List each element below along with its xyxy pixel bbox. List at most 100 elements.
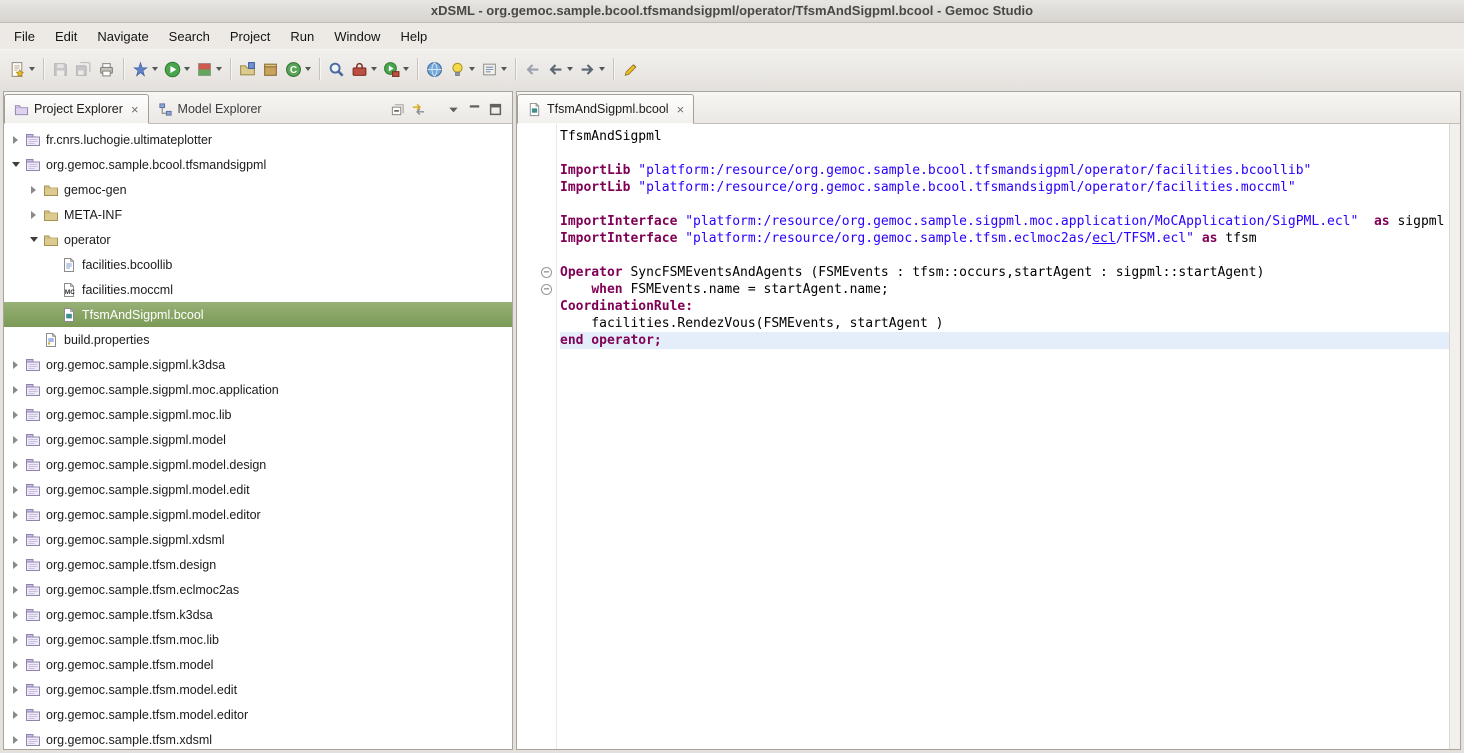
- tree-item[interactable]: org.gemoc.sample.sigpml.model.edit: [4, 477, 512, 502]
- tree-item[interactable]: facilities.bcoollib: [4, 252, 512, 277]
- expand-arrow-icon[interactable]: [8, 677, 23, 702]
- expand-arrow-icon[interactable]: [26, 202, 41, 227]
- tree-item[interactable]: org.gemoc.sample.sigpml.xdsml: [4, 527, 512, 552]
- expand-arrow-icon[interactable]: [8, 352, 23, 377]
- tree-item[interactable]: MCfacilities.moccml: [4, 277, 512, 302]
- expand-arrow-icon[interactable]: [8, 502, 23, 527]
- expand-arrow-icon[interactable]: [8, 702, 23, 727]
- expand-arrow-icon[interactable]: [26, 177, 41, 202]
- dropdown-arrow-icon[interactable]: [567, 67, 573, 71]
- menu-window[interactable]: Window: [324, 25, 390, 48]
- expand-arrow-icon[interactable]: [8, 527, 23, 552]
- code-line[interactable]: TfsmAndSigpml: [560, 128, 1449, 145]
- tree-item[interactable]: org.gemoc.sample.sigpml.moc.application: [4, 377, 512, 402]
- tab-model-explorer[interactable]: Model Explorer: [149, 95, 271, 123]
- editor-code[interactable]: TfsmAndSigpml ImportLib "platform:/resour…: [557, 124, 1449, 749]
- toolbar-gemoc-wizard-button[interactable]: [129, 56, 161, 82]
- menu-help[interactable]: Help: [390, 25, 437, 48]
- toolbar-new-class-button[interactable]: C: [282, 56, 314, 82]
- expand-arrow-icon[interactable]: [8, 602, 23, 627]
- toolbar-pin-editor-button[interactable]: [619, 56, 642, 82]
- close-icon[interactable]: ×: [131, 103, 139, 116]
- close-icon[interactable]: ×: [677, 103, 685, 116]
- toolbar-back-history-button[interactable]: [521, 56, 544, 82]
- expand-arrow-icon[interactable]: [8, 127, 23, 152]
- expand-arrow-icon[interactable]: [8, 577, 23, 602]
- code-line[interactable]: end operator;: [560, 332, 1449, 349]
- toolbar-run-config-button[interactable]: [380, 56, 412, 82]
- explorer-maximize-button[interactable]: [487, 101, 504, 118]
- toolbar-forward-button[interactable]: [576, 56, 608, 82]
- expand-arrow-icon[interactable]: [8, 452, 23, 477]
- expand-arrow-icon[interactable]: [8, 477, 23, 502]
- toolbar-external-tools-button[interactable]: [348, 56, 380, 82]
- code-line[interactable]: Operator SyncFSMEventsAndAgents (FSMEven…: [560, 264, 1449, 281]
- dropdown-arrow-icon[interactable]: [305, 67, 311, 71]
- toolbar-task-button[interactable]: [446, 56, 478, 82]
- toolbar-annotation-button[interactable]: [478, 56, 510, 82]
- menu-run[interactable]: Run: [280, 25, 324, 48]
- expand-arrow-icon[interactable]: [8, 152, 23, 177]
- tree-item[interactable]: org.gemoc.sample.tfsm.model: [4, 652, 512, 677]
- dropdown-arrow-icon[interactable]: [371, 67, 377, 71]
- explorer-collapse-all-button[interactable]: [389, 101, 406, 118]
- dropdown-arrow-icon[interactable]: [501, 67, 507, 71]
- menu-navigate[interactable]: Navigate: [87, 25, 158, 48]
- dropdown-arrow-icon[interactable]: [599, 67, 605, 71]
- code-line[interactable]: [560, 247, 1449, 264]
- explorer-minimize-button[interactable]: [466, 101, 483, 118]
- dropdown-arrow-icon[interactable]: [29, 67, 35, 71]
- code-line[interactable]: ImportLib "platform:/resource/org.gemoc.…: [560, 162, 1449, 179]
- code-line[interactable]: ImportInterface "platform:/resource/org.…: [560, 230, 1449, 247]
- toolbar-new-wizard-button[interactable]: [6, 56, 38, 82]
- tree-item[interactable]: org.gemoc.sample.tfsm.model.edit: [4, 677, 512, 702]
- toolbar-back-button[interactable]: [544, 56, 576, 82]
- tree-item[interactable]: org.gemoc.sample.tfsm.moc.lib: [4, 627, 512, 652]
- menu-project[interactable]: Project: [220, 25, 280, 48]
- tree-item[interactable]: org.gemoc.sample.sigpml.moc.lib: [4, 402, 512, 427]
- expand-arrow-icon[interactable]: [8, 377, 23, 402]
- dropdown-arrow-icon[interactable]: [152, 67, 158, 71]
- toolbar-print-button[interactable]: [95, 56, 118, 82]
- tree-item[interactable]: org.gemoc.sample.sigpml.model.editor: [4, 502, 512, 527]
- code-line[interactable]: ImportInterface "platform:/resource/org.…: [560, 213, 1449, 230]
- toolbar-new-package-button[interactable]: [259, 56, 282, 82]
- dropdown-arrow-icon[interactable]: [184, 67, 190, 71]
- fold-collapse-icon[interactable]: −: [541, 284, 552, 295]
- dropdown-arrow-icon[interactable]: [469, 67, 475, 71]
- expand-arrow-icon[interactable]: [8, 627, 23, 652]
- menu-search[interactable]: Search: [159, 25, 220, 48]
- tree-item[interactable]: org.gemoc.sample.sigpml.model: [4, 427, 512, 452]
- tree-item[interactable]: org.gemoc.sample.tfsm.k3dsa: [4, 602, 512, 627]
- toolbar-world-button[interactable]: [423, 56, 446, 82]
- tree-item[interactable]: org.gemoc.sample.sigpml.model.design: [4, 452, 512, 477]
- tree-item[interactable]: META-INF: [4, 202, 512, 227]
- tab-project-explorer[interactable]: Project Explorer×: [4, 94, 149, 124]
- explorer-view-menu-button[interactable]: [445, 101, 462, 118]
- dropdown-arrow-icon[interactable]: [403, 67, 409, 71]
- tree-item[interactable]: build.properties: [4, 327, 512, 352]
- code-line[interactable]: [560, 196, 1449, 213]
- tree-item[interactable]: operator: [4, 227, 512, 252]
- tree-item[interactable]: org.gemoc.sample.tfsm.xdsml: [4, 727, 512, 749]
- tree-item[interactable]: org.gemoc.sample.tfsm.model.editor: [4, 702, 512, 727]
- toolbar-new-java-project-button[interactable]: [236, 56, 259, 82]
- dropdown-arrow-icon[interactable]: [216, 67, 222, 71]
- tree-item[interactable]: gemoc-gen: [4, 177, 512, 202]
- code-line[interactable]: ImportLib "platform:/resource/org.gemoc.…: [560, 179, 1449, 196]
- tree-item[interactable]: org.gemoc.sample.tfsm.eclmoc2as: [4, 577, 512, 602]
- tab-tfsmandsigpml-bcool[interactable]: TfsmAndSigpml.bcool×: [517, 94, 694, 124]
- expand-arrow-icon[interactable]: [8, 552, 23, 577]
- expand-arrow-icon[interactable]: [8, 427, 23, 452]
- code-line[interactable]: when FSMEvents.name = startAgent.name;: [560, 281, 1449, 298]
- fold-collapse-icon[interactable]: −: [541, 267, 552, 278]
- expand-arrow-icon[interactable]: [8, 652, 23, 677]
- expand-arrow-icon[interactable]: [8, 402, 23, 427]
- tree-item[interactable]: org.gemoc.sample.sigpml.k3dsa: [4, 352, 512, 377]
- toolbar-run-button[interactable]: [161, 56, 193, 82]
- tree-item[interactable]: org.gemoc.sample.tfsm.design: [4, 552, 512, 577]
- tree-item[interactable]: TfsmAndSigpml.bcool: [4, 302, 512, 327]
- expand-arrow-icon[interactable]: [26, 227, 41, 252]
- tree-item[interactable]: fr.cnrs.luchogie.ultimateplotter: [4, 127, 512, 152]
- toolbar-save-all-button[interactable]: [72, 56, 95, 82]
